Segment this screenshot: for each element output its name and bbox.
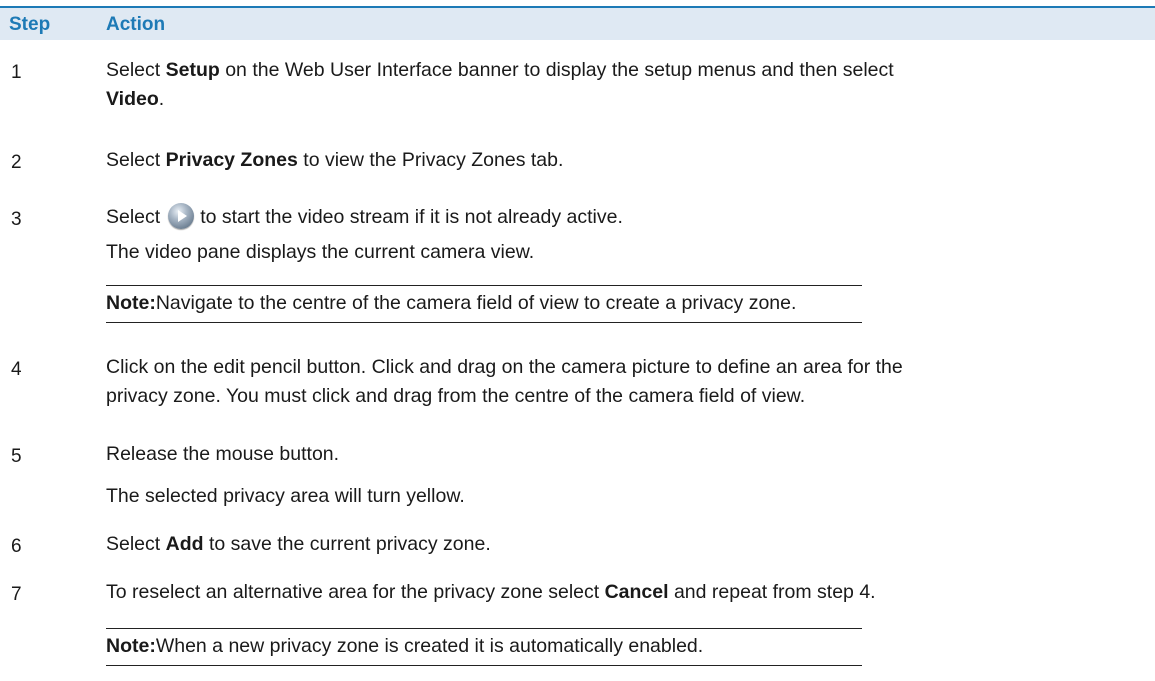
step-action-text: Release the mouse button. <box>106 443 340 465</box>
text-segment: to view the Privacy Zones tab. <box>297 149 564 171</box>
ui-term: Setup <box>165 59 220 81</box>
step-number: 5 <box>11 446 22 467</box>
text-segment: on the Web User Interface banner to disp… <box>219 59 894 81</box>
step-action-text: Select Setup on the Web User Interface b… <box>106 56 1136 114</box>
play-button-icon <box>168 203 195 229</box>
ui-term: Add <box>165 533 204 555</box>
note-text: When a new privacy zone is created it is… <box>155 635 704 657</box>
note-text: Navigate to the centre of the camera fie… <box>155 292 797 314</box>
step-number: 1 <box>11 62 22 83</box>
text-segment: to start the video stream if it is not a… <box>200 206 623 228</box>
step-action-text: Select Add to save the current privacy z… <box>106 530 1136 559</box>
ui-term: Privacy Zones <box>165 149 298 171</box>
note-box: Note:Navigate to the centre of the camer… <box>106 285 862 323</box>
step-result-text: The video pane displays the current came… <box>106 241 535 263</box>
column-header-step: Step <box>9 14 51 35</box>
step-action-text: Select Privacy Zones to view the Privacy… <box>106 146 1136 175</box>
text-segment: Select <box>106 59 166 81</box>
step-action-text: Select to start the video stream if it is… <box>106 203 1136 232</box>
step-number: 2 <box>11 152 22 173</box>
step-number: 3 <box>11 209 22 230</box>
step-number: 4 <box>11 359 22 380</box>
text-line: privacy zone. You must click and drag fr… <box>106 385 806 407</box>
ui-term: Video <box>106 88 159 110</box>
step-action-text: To reselect an alternative area for the … <box>106 578 1136 607</box>
note-box: Note:When a new privacy zone is created … <box>106 628 862 666</box>
text-segment: To reselect an alternative area for the … <box>106 581 605 603</box>
note-label: Note: <box>106 292 156 314</box>
text-segment: Select <box>106 533 166 555</box>
text-segment: . <box>158 88 165 110</box>
step-action-text: Click on the edit pencil button. Click a… <box>106 353 1136 411</box>
table-header-row <box>0 8 1155 40</box>
text-segment: and repeat from step 4. <box>668 581 876 603</box>
text-segment: Select <box>106 149 166 171</box>
text-line: Click on the edit pencil button. Click a… <box>106 356 903 378</box>
ui-term: Cancel <box>604 581 669 603</box>
column-header-action: Action <box>106 14 166 35</box>
step-number: 6 <box>11 536 22 557</box>
note-label: Note: <box>106 635 156 657</box>
step-number: 7 <box>11 584 22 605</box>
text-segment: to save the current privacy zone. <box>203 533 491 555</box>
step-result-text: The selected privacy area will turn yell… <box>106 485 465 507</box>
text-segment: Select <box>106 206 161 228</box>
